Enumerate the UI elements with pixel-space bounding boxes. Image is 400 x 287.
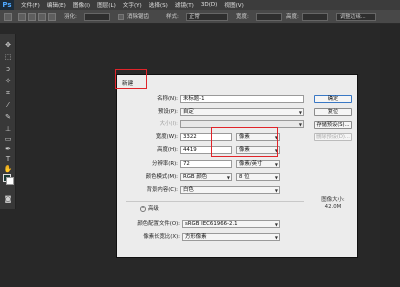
background-value: 白色: [183, 187, 194, 193]
right-panel-strip: [380, 24, 400, 287]
color-mode-label: 颜色模式(M):: [145, 174, 178, 180]
pixel-aspect-value: 方形像素: [185, 234, 207, 240]
background-label: 背景内容(C):: [146, 187, 178, 193]
bit-depth-select[interactable]: 8 位 ▼: [236, 173, 280, 181]
width-input[interactable]: [256, 13, 282, 21]
feather-input[interactable]: [84, 13, 110, 21]
name-label: 名称(N):: [157, 96, 178, 102]
subtract-selection-icon[interactable]: [38, 13, 46, 21]
eraser-tool-icon[interactable]: ▭: [3, 134, 13, 144]
menu-image[interactable]: 图像(I): [73, 1, 90, 9]
crop-tool-icon[interactable]: ⌗: [3, 88, 13, 98]
delete-preset-button[interactable]: 删除预设(D)...: [314, 133, 352, 141]
stamp-tool-icon[interactable]: ⊥: [3, 124, 13, 134]
menu-layer[interactable]: 图层(L): [97, 1, 116, 9]
lasso-tool-icon[interactable]: ↄ: [3, 64, 13, 74]
intersect-selection-icon[interactable]: [48, 13, 56, 21]
title-highlight-box: [115, 69, 147, 89]
preset-value: 自定: [183, 109, 194, 115]
refine-edge-button[interactable]: 调整边缘...: [336, 13, 376, 21]
marquee-tool-icon[interactable]: ⬚: [3, 52, 13, 62]
options-bar: 羽化: 消除锯齿 样式: 正常 宽度: 高度: 调整边缘...: [0, 10, 400, 24]
menu-view[interactable]: 视图(V): [224, 1, 243, 9]
image-size-value: 42.0M: [324, 204, 342, 210]
chevron-down-icon: ▼: [298, 122, 302, 127]
quick-mask-icon[interactable]: ◙: [3, 194, 13, 204]
tool-panel: ✥ ⬚ ↄ ✧ ⌗ ⁄ ✎ ⊥ ▭ ✒ T ✋ ◙: [0, 34, 16, 209]
pixel-aspect-label: 像素长宽比(X):: [143, 234, 180, 240]
pixel-aspect-select[interactable]: 方形像素 ▼: [182, 233, 280, 241]
height-label: 高度:: [286, 14, 299, 20]
height-input[interactable]: [302, 13, 328, 21]
menu-edit[interactable]: 编辑(E): [47, 1, 66, 9]
resolution-label: 分辨率(R):: [152, 161, 178, 167]
hand-tool-icon[interactable]: ✋: [3, 164, 13, 174]
style-select[interactable]: 正常: [186, 13, 228, 21]
width-label: 宽度:: [236, 14, 249, 20]
chevron-down-icon: ▼: [274, 188, 278, 193]
color-mode-select[interactable]: RGB 颜色 ▼: [180, 173, 232, 181]
menu-3d[interactable]: 3D(D): [201, 2, 218, 8]
feather-label: 羽化:: [64, 14, 77, 20]
magic-wand-icon[interactable]: ✧: [3, 76, 13, 86]
brush-tool-icon[interactable]: ✎: [3, 112, 13, 122]
antialias-checkbox[interactable]: [118, 14, 124, 20]
add-selection-icon[interactable]: [28, 13, 36, 21]
menu-filter[interactable]: 滤镜(T): [175, 1, 194, 9]
image-size-label: 图像大小:: [321, 197, 345, 203]
move-tool-icon[interactable]: ✥: [3, 40, 13, 50]
chevron-down-icon: ▼: [274, 162, 278, 167]
chevron-down-icon: ▼: [298, 110, 302, 115]
menu-file[interactable]: 文件(F): [21, 1, 40, 9]
ok-button[interactable]: 确定: [314, 95, 352, 103]
menu-bar: Ps 文件(F) 编辑(E) 图像(I) 图层(L) 文字(Y) 选择(S) 滤…: [0, 0, 400, 10]
resolution-unit-value: 像素/英寸: [239, 161, 263, 167]
profile-label: 颜色配置文件(O):: [137, 221, 180, 227]
profile-select[interactable]: sRGB IEC61966-2.1 ▼: [182, 220, 280, 228]
dimensions-highlight-box: [211, 127, 278, 157]
antialias-label: 消除锯齿: [127, 14, 150, 20]
advanced-divider: [126, 201, 304, 202]
color-mode-value: RGB 颜色: [183, 174, 208, 180]
size-label: 大小(I):: [159, 121, 178, 127]
style-label: 样式:: [166, 14, 179, 20]
background-color-swatch[interactable]: [6, 177, 14, 185]
chevron-down-icon: ▼: [274, 175, 278, 180]
menu-type[interactable]: 文字(Y): [123, 1, 142, 9]
profile-value: sRGB IEC61966-2.1: [185, 221, 238, 227]
pen-tool-icon[interactable]: ✒: [3, 144, 13, 154]
chevron-down-icon: ▼: [274, 235, 278, 240]
type-tool-icon[interactable]: T: [3, 154, 13, 164]
height-label: 高度(H):: [157, 147, 178, 153]
new-selection-icon[interactable]: [18, 13, 26, 21]
preset-select[interactable]: 自定 ▼: [180, 108, 304, 116]
width-label: 宽度(W):: [155, 134, 178, 140]
dialog-body: 名称(N): 未标题-1 预设(P): 自定 ▼ 大小(I): ▼ 宽度(W):…: [120, 87, 356, 257]
eyedropper-icon[interactable]: ⁄: [3, 100, 13, 110]
advanced-label: 高级: [148, 206, 159, 212]
chevron-down-icon: ▼: [274, 222, 278, 227]
resolution-input[interactable]: 72: [180, 160, 232, 168]
new-document-dialog: 新建 名称(N): 未标题-1 预设(P): 自定 ▼ 大小(I): ▼ 宽度(…: [116, 74, 358, 258]
chevron-down-icon: ▼: [226, 175, 230, 180]
marquee-tool-icon[interactable]: [4, 13, 12, 21]
photoshop-logo: Ps: [0, 0, 14, 10]
name-input[interactable]: 未标题-1: [180, 95, 304, 103]
advanced-toggle-icon[interactable]: ⌃: [140, 206, 146, 212]
bit-depth-value: 8 位: [239, 174, 250, 180]
resolution-unit-select[interactable]: 像素/英寸 ▼: [236, 160, 280, 168]
preset-label: 预设(P):: [157, 109, 178, 115]
menu-select[interactable]: 选择(S): [149, 1, 168, 9]
background-select[interactable]: 白色 ▼: [180, 186, 280, 194]
reset-button[interactable]: 复位: [314, 108, 352, 116]
save-preset-button[interactable]: 存储预设(S)...: [314, 121, 352, 129]
